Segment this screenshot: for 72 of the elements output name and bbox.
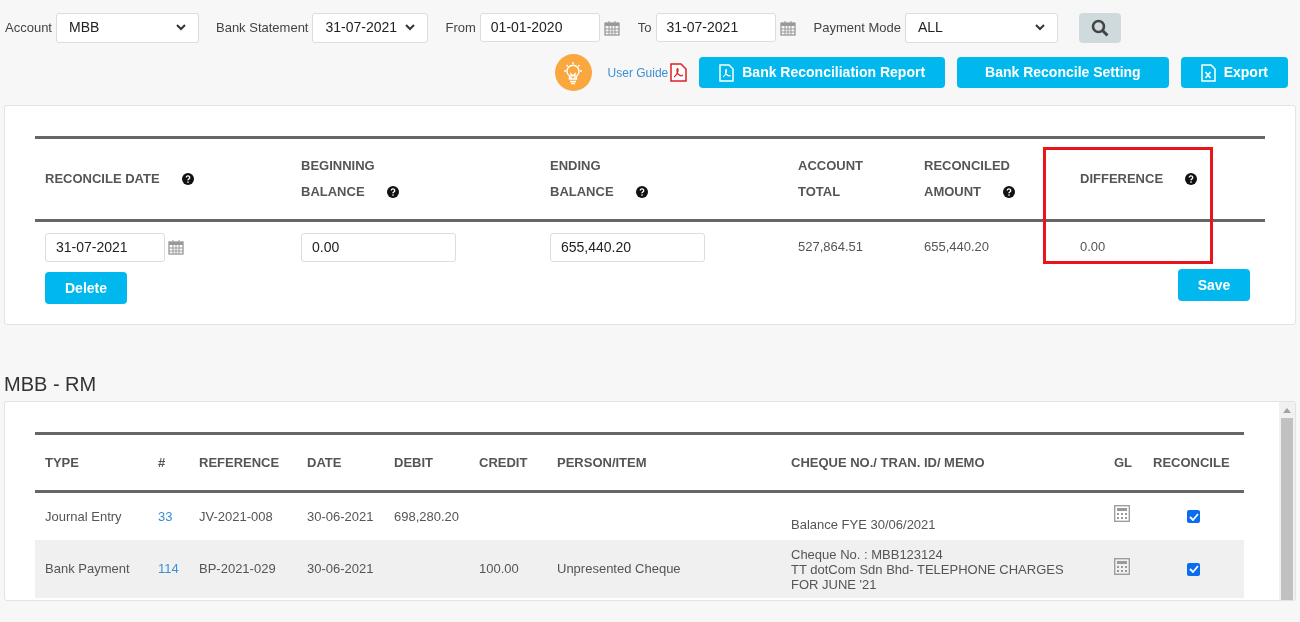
column-header: DEBIT (394, 454, 433, 470)
date-field[interactable]: 31-07-2021 (45, 232, 165, 262)
table-cell: 30-06-2021 (307, 561, 374, 577)
summary-value: 0.00 (1080, 238, 1106, 257)
column-header: DIFFERENCE (1080, 170, 1164, 189)
summary-value: 527,864.51 (798, 238, 864, 257)
calculator-icon[interactable] (1114, 557, 1130, 575)
memo-text: Balance FYE 30/06/2021 (791, 517, 937, 532)
help-icon[interactable] (386, 186, 399, 198)
column-header: GL (1114, 454, 1133, 470)
dropdown[interactable]: ALL (905, 12, 1058, 43)
field-label: From (445, 18, 476, 37)
column-header: BALANCE (301, 183, 365, 202)
column-header: TOTAL (798, 183, 841, 202)
pdf-file-icon (719, 63, 735, 82)
scrollbar[interactable] (1279, 402, 1295, 600)
column-header: BALANCE (550, 183, 614, 202)
help-icon[interactable] (1003, 186, 1016, 198)
table-cell: BP-2021-029 (199, 561, 276, 577)
column-header: PERSON/ITEM (557, 454, 647, 470)
calendar-icon[interactable] (168, 239, 184, 255)
calendar-icon[interactable] (603, 19, 620, 36)
spreadsheet-file-icon (1200, 63, 1216, 82)
search-icon (1091, 18, 1109, 37)
pdf-icon[interactable] (670, 63, 688, 82)
table-cell: Journal Entry (45, 508, 122, 524)
column-header: REFERENCE (199, 454, 280, 470)
column-header: RECONCILE DATE (45, 170, 160, 189)
table-cell: 100.00 (479, 561, 519, 577)
memo-text: Cheque No. : MBB123124 (791, 546, 944, 562)
entry-link[interactable]: 33 (158, 508, 173, 524)
input-field[interactable]: 655,440.20 (550, 232, 705, 262)
column-header: RECONCILE (1153, 454, 1230, 470)
column-header: RECONCILED (924, 157, 1010, 176)
checkbox[interactable] (1187, 562, 1200, 576)
table-cell: 30-06-2021 (307, 508, 374, 524)
column-header: CREDIT (479, 454, 528, 470)
help-icon[interactable] (181, 173, 194, 185)
field-label: Payment Mode (813, 18, 901, 37)
dropdown[interactable]: 31-07-2021 (312, 12, 429, 43)
date-field[interactable]: 01-01-2020 (479, 13, 600, 42)
column-header: DATE (307, 454, 342, 470)
section-title: MBB - RM (4, 372, 98, 397)
table-cell: Bank Payment (45, 561, 130, 577)
calculator-icon[interactable] (1114, 505, 1130, 523)
table-cell: 698,280.20 (394, 508, 460, 524)
checkbox[interactable] (1187, 510, 1200, 523)
column-header: AMOUNT (924, 183, 982, 202)
chevron-icon (1035, 24, 1045, 31)
field-label: Account (5, 18, 52, 37)
input-field[interactable]: 0.00 (301, 232, 456, 262)
chevron-icon (405, 24, 416, 31)
column-header: ACCOUNT (798, 157, 863, 176)
column-header: BEGINNING (301, 157, 375, 176)
date-field[interactable]: 31-07-2021 (655, 13, 776, 42)
column-header: # (158, 454, 166, 470)
lightbulb-icon (554, 54, 592, 91)
column-header: CHEQUE NO./ TRAN. ID/ MEMO (791, 454, 985, 470)
dropdown[interactable]: MBB (56, 12, 199, 43)
memo-text: TT dotCom Sdn Bhd- TELEPHONE CHARGES FOR JUNE '21 (791, 561, 1065, 592)
chevron-icon (176, 24, 186, 31)
column-header: TYPE (45, 454, 79, 470)
help-icon[interactable] (1185, 173, 1198, 185)
field-label: To (637, 18, 652, 37)
field-label: Bank Statement (216, 18, 309, 37)
column-header: ENDING (550, 157, 601, 176)
table-cell: JV-2021-008 (199, 508, 273, 524)
help-icon[interactable] (635, 186, 648, 198)
calendar-icon[interactable] (779, 19, 796, 36)
table-cell: Unpresented Cheque (557, 561, 681, 577)
summary-value: 655,440.20 (924, 238, 990, 257)
search-button[interactable] (1079, 12, 1121, 43)
